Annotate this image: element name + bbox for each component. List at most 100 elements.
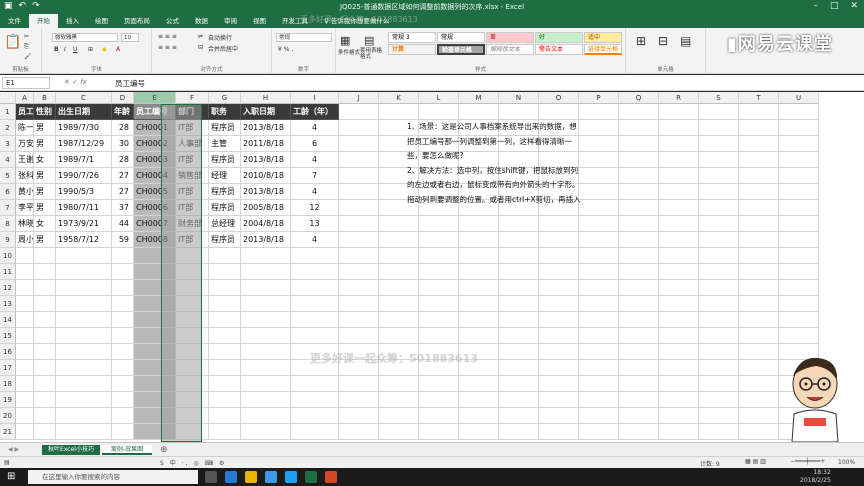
empty-cell[interactable] <box>379 280 419 296</box>
empty-cell[interactable] <box>241 424 291 440</box>
number-format-select[interactable]: 常规 <box>276 33 332 42</box>
empty-cell[interactable] <box>16 424 34 440</box>
column-header-i[interactable]: I <box>291 92 339 104</box>
empty-cell[interactable] <box>699 152 739 168</box>
table-row-cell[interactable]: 张科 <box>16 168 34 184</box>
column-header-l[interactable]: L <box>419 92 459 104</box>
explorer-icon[interactable] <box>245 471 257 483</box>
view-mode-icons[interactable]: ▦ ▤ ▥ <box>745 458 766 465</box>
delete-cells-icon[interactable]: ⊟ <box>658 34 668 48</box>
empty-cell[interactable] <box>699 360 739 376</box>
empty-cell[interactable] <box>241 376 291 392</box>
empty-cell[interactable] <box>34 392 56 408</box>
empty-cell[interactable] <box>419 312 459 328</box>
table-row-cell[interactable]: IT部 <box>176 152 209 168</box>
table-row-cell[interactable]: CH0005 <box>134 184 176 200</box>
empty-cell[interactable] <box>56 392 112 408</box>
table-row-cell[interactable]: 男 <box>34 136 56 152</box>
empty-cell[interactable] <box>379 232 419 248</box>
table-row-cell[interactable]: 程序员 <box>209 200 241 216</box>
empty-cell[interactable] <box>419 392 459 408</box>
table-row-cell[interactable]: 女 <box>34 152 56 168</box>
empty-cell[interactable] <box>499 312 539 328</box>
empty-cell[interactable] <box>16 408 34 424</box>
maximize-icon[interactable]: □ <box>830 1 839 11</box>
tab-home[interactable]: 开始 <box>29 14 58 28</box>
empty-cell[interactable] <box>34 280 56 296</box>
empty-cell[interactable] <box>739 216 779 232</box>
style-check-cell[interactable]: 检查单元格 <box>437 44 485 55</box>
name-box[interactable]: E1 <box>2 77 50 89</box>
empty-cell[interactable] <box>459 232 499 248</box>
sheet-tab-tips[interactable]: 秋叶Excel小技巧 <box>42 445 100 455</box>
column-header-e[interactable]: E <box>134 92 176 104</box>
empty-cell[interactable] <box>619 296 659 312</box>
empty-cell[interactable] <box>659 312 699 328</box>
column-header-b[interactable]: B <box>34 92 56 104</box>
empty-cell[interactable] <box>291 264 339 280</box>
row-header-19[interactable]: 19 <box>0 392 16 408</box>
table-row-cell[interactable]: 王谢谢 <box>16 152 34 168</box>
empty-cell[interactable] <box>579 328 619 344</box>
empty-cell[interactable] <box>112 280 134 296</box>
empty-cell[interactable] <box>699 216 739 232</box>
empty-cell[interactable] <box>779 296 819 312</box>
table-row-cell[interactable]: 28 <box>112 120 134 136</box>
row-header-15[interactable]: 15 <box>0 328 16 344</box>
empty-cell[interactable] <box>56 376 112 392</box>
empty-cell[interactable] <box>56 264 112 280</box>
table-row-cell[interactable]: 37 <box>112 200 134 216</box>
wrap-text-icon[interactable]: ⇌ <box>198 33 203 40</box>
table-row-cell[interactable]: 1989/7/1 <box>56 152 112 168</box>
empty-cell[interactable] <box>659 280 699 296</box>
empty-cell[interactable] <box>579 216 619 232</box>
empty-cell[interactable] <box>699 184 739 200</box>
empty-cell[interactable] <box>459 264 499 280</box>
empty-cell[interactable] <box>291 424 339 440</box>
empty-cell[interactable] <box>739 184 779 200</box>
empty-cell[interactable] <box>619 392 659 408</box>
table-row-cell[interactable]: 程序员 <box>209 184 241 200</box>
empty-cell[interactable] <box>112 312 134 328</box>
empty-cell[interactable] <box>499 376 539 392</box>
insert-cells-icon[interactable]: ⊞ <box>636 34 646 48</box>
empty-cell[interactable] <box>539 392 579 408</box>
table-row-cell[interactable]: 1987/12/29 <box>56 136 112 152</box>
table-header-cell[interactable]: 性别 <box>34 104 56 120</box>
empty-cell[interactable] <box>659 360 699 376</box>
empty-cell[interactable] <box>459 408 499 424</box>
empty-cell[interactable] <box>539 216 579 232</box>
style-warning[interactable]: 警告文本 <box>535 44 583 55</box>
zoom-level[interactable]: 100% <box>838 459 855 466</box>
empty-cell[interactable] <box>459 424 499 440</box>
empty-cell[interactable] <box>241 328 291 344</box>
empty-cell[interactable] <box>619 232 659 248</box>
empty-cell[interactable] <box>339 136 379 152</box>
empty-cell[interactable] <box>291 328 339 344</box>
table-row-cell[interactable]: 2011/8/18 <box>241 136 291 152</box>
empty-cell[interactable] <box>291 280 339 296</box>
empty-cell[interactable] <box>209 264 241 280</box>
empty-cell[interactable] <box>134 392 176 408</box>
empty-cell[interactable] <box>779 280 819 296</box>
empty-cell[interactable] <box>176 264 209 280</box>
empty-cell[interactable] <box>176 360 209 376</box>
empty-cell[interactable] <box>134 296 176 312</box>
empty-cell[interactable] <box>34 296 56 312</box>
column-header-c[interactable]: C <box>56 92 112 104</box>
empty-cell[interactable] <box>339 376 379 392</box>
table-row-cell[interactable]: 男 <box>34 184 56 200</box>
table-row-cell[interactable]: 30 <box>112 136 134 152</box>
row-header-17[interactable]: 17 <box>0 360 16 376</box>
empty-cell[interactable] <box>241 296 291 312</box>
empty-cell[interactable] <box>659 200 699 216</box>
empty-cell[interactable] <box>134 360 176 376</box>
empty-cell[interactable] <box>419 296 459 312</box>
style-explanatory[interactable]: 解释性文本 <box>486 44 534 55</box>
empty-cell[interactable] <box>579 424 619 440</box>
empty-cell[interactable] <box>699 232 739 248</box>
tab-page-layout[interactable]: 页面布局 <box>116 14 158 28</box>
empty-cell[interactable] <box>34 328 56 344</box>
edge-icon[interactable] <box>225 471 237 483</box>
merge-icon[interactable]: ⊟ <box>198 44 203 51</box>
